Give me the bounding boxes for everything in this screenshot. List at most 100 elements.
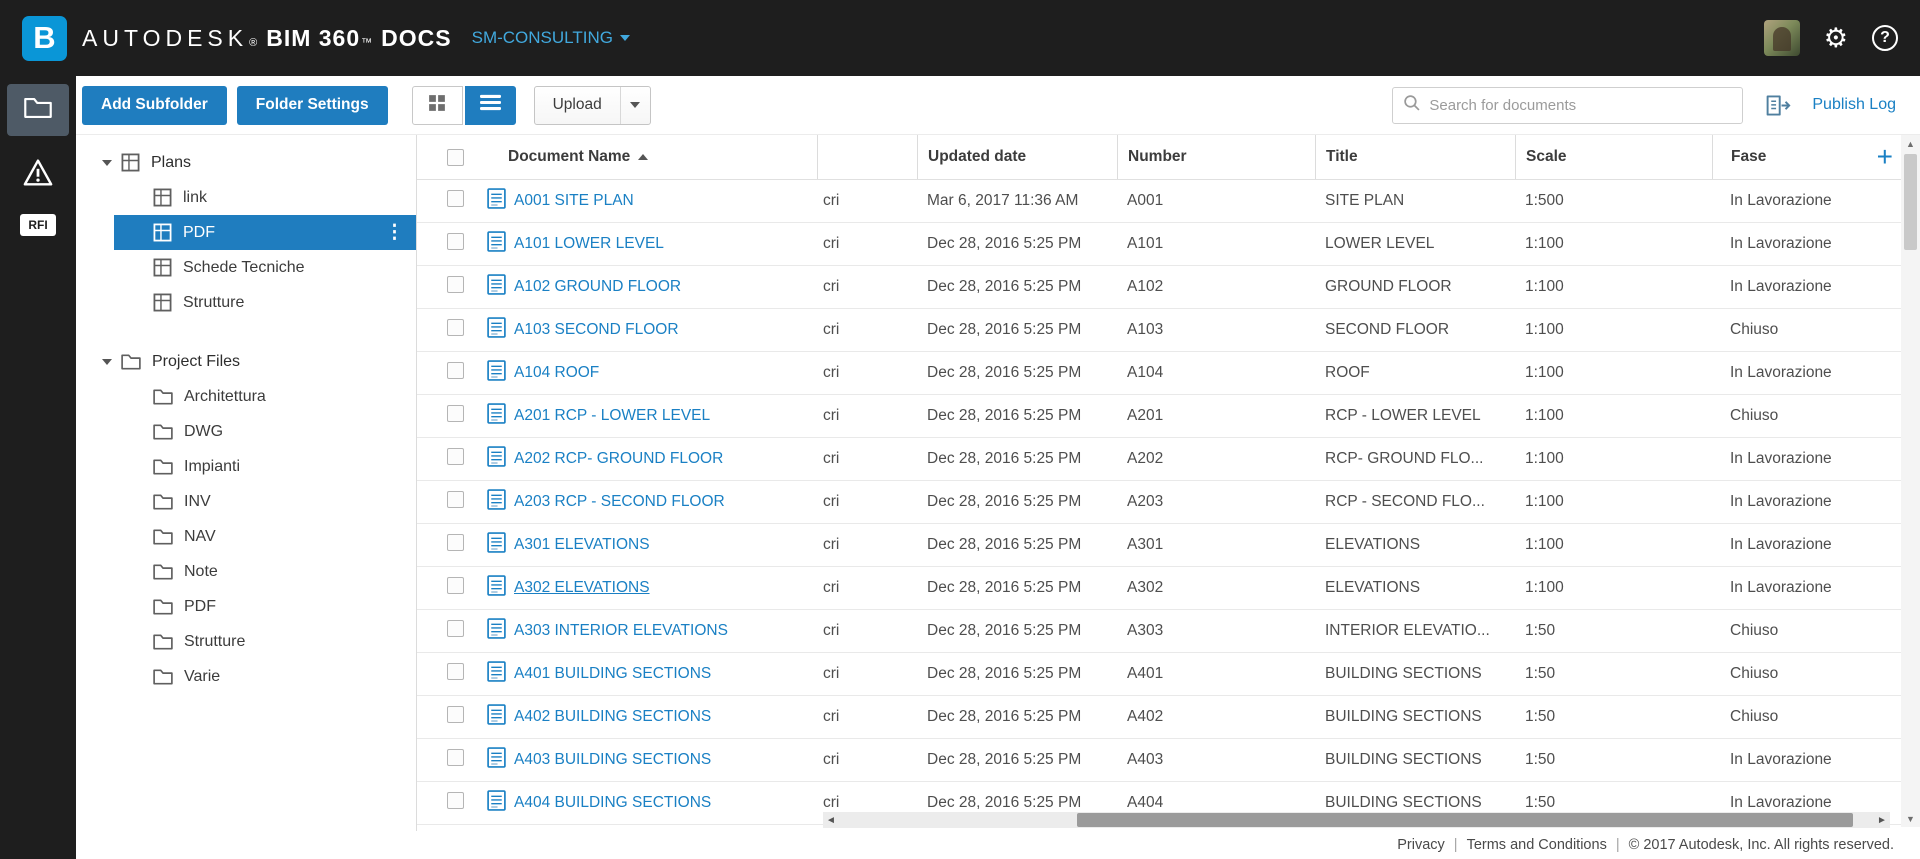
row-checkbox[interactable] (447, 276, 464, 293)
document-name-link[interactable]: A404 BUILDING SECTIONS (514, 794, 711, 812)
column-header-updated-date[interactable]: Updated date (917, 135, 1117, 179)
search-input[interactable] (1429, 96, 1733, 114)
table-row: A203 RCP - SECOND FLOOR cri Dec 28, 2016… (417, 481, 1920, 524)
folder-icon (153, 459, 173, 475)
document-name-link[interactable]: A403 BUILDING SECTIONS (514, 751, 711, 769)
tree-folder-item[interactable]: Note (76, 554, 416, 589)
expand-caret-icon[interactable] (102, 358, 112, 365)
document-title: RCP - LOWER LEVEL (1325, 407, 1481, 424)
tree-folder-item[interactable]: Architettura (76, 379, 416, 414)
column-header-title[interactable]: Title (1315, 135, 1515, 179)
folder-settings-button[interactable]: Folder Settings (236, 85, 388, 125)
tree-folder-item[interactable]: Impianti (76, 449, 416, 484)
document-fase: Chiuso (1730, 407, 1779, 424)
document-icon (487, 532, 506, 558)
document-log-icon[interactable] (1765, 94, 1792, 117)
row-checkbox[interactable] (447, 190, 464, 207)
document-name-link[interactable]: A104 ROOF (514, 364, 599, 382)
document-name-link[interactable]: A203 RCP - SECOND FLOOR (514, 493, 725, 511)
row-checkbox[interactable] (447, 405, 464, 422)
brand-product: BIM 360 (266, 24, 361, 51)
column-header-number[interactable]: Number (1117, 135, 1315, 179)
tree-folder-item[interactable]: link (76, 180, 416, 215)
user-avatar[interactable] (1763, 20, 1800, 56)
account-switcher[interactable]: SM-CONSULTING (472, 28, 630, 48)
tree-root-label: Project Files (152, 352, 241, 370)
tree-folder-item[interactable]: INV (76, 484, 416, 519)
document-title: RCP- GROUND FLO... (1325, 450, 1484, 467)
tree-folder-item[interactable]: PDF ⋮ (114, 215, 416, 250)
document-name-link[interactable]: A301 ELEVATIONS (514, 536, 650, 554)
document-name-link[interactable]: A401 BUILDING SECTIONS (514, 665, 711, 683)
tree-folder-item[interactable]: NAV (76, 519, 416, 554)
scroll-up-button[interactable]: ▲ (1901, 135, 1920, 152)
tree-folder-item[interactable]: PDF (76, 589, 416, 624)
gear-icon[interactable]: ⚙ (1824, 24, 1848, 52)
column-header-document-name[interactable]: Document Name (487, 135, 817, 179)
rail-item-documents[interactable] (7, 84, 69, 136)
row-checkbox[interactable] (447, 534, 464, 551)
document-scale: 1:100 (1525, 536, 1564, 553)
document-name-link[interactable]: A102 GROUND FLOOR (514, 278, 681, 296)
row-checkbox[interactable] (447, 448, 464, 465)
document-name-link[interactable]: A101 LOWER LEVEL (514, 235, 664, 253)
kebab-menu-icon[interactable]: ⋮ (385, 221, 404, 244)
add-column-button[interactable]: + (1877, 143, 1893, 171)
scroll-left-button[interactable]: ◄ (823, 812, 839, 828)
rail-item-issues[interactable] (22, 158, 54, 192)
list-view-button[interactable] (464, 85, 516, 125)
row-checkbox[interactable] (447, 749, 464, 766)
vertical-scrollbar[interactable]: ▲ ▼ (1901, 135, 1920, 827)
row-checkbox[interactable] (447, 706, 464, 723)
bim360-logo[interactable]: B (22, 15, 67, 61)
upload-button[interactable]: Upload (533, 85, 651, 125)
row-checkbox[interactable] (447, 319, 464, 336)
tree-root-item[interactable]: Project Files (76, 344, 416, 379)
folder-icon (153, 598, 173, 615)
tree-folder-item[interactable]: Schede Tecniche (76, 250, 416, 285)
document-name-link[interactable]: A402 BUILDING SECTIONS (514, 708, 711, 726)
row-checkbox[interactable] (447, 792, 464, 809)
body-row: Plans link PDF ⋮ Schede Tecniche Struttu… (76, 135, 1920, 831)
folder-icon (153, 494, 173, 510)
tree-root-item[interactable]: Plans (76, 145, 416, 180)
terms-link[interactable]: Terms and Conditions (1467, 837, 1607, 853)
logo-letter: B (33, 20, 56, 55)
tree-folder-item[interactable]: Strutture (76, 285, 416, 320)
rail-item-rfi[interactable]: RFI (20, 214, 56, 236)
row-checkbox[interactable] (447, 362, 464, 379)
row-checkbox[interactable] (447, 577, 464, 594)
document-name-link[interactable]: A103 SECOND FLOOR (514, 321, 679, 339)
brand-title: AUTODESK ® BIM 360 ™ DOCS (82, 25, 452, 52)
upload-dropdown-button[interactable] (619, 86, 650, 124)
table-row: A202 RCP- GROUND FLOOR cri Dec 28, 2016 … (417, 438, 1920, 481)
row-checkbox[interactable] (447, 620, 464, 637)
document-title: INTERIOR ELEVATIO... (1325, 622, 1490, 639)
scroll-right-button[interactable]: ► (1874, 812, 1890, 828)
row-checkbox[interactable] (447, 663, 464, 680)
privacy-link[interactable]: Privacy (1397, 837, 1445, 853)
document-name-link[interactable]: A202 RCP- GROUND FLOOR (514, 450, 723, 468)
document-name-link[interactable]: A303 INTERIOR ELEVATIONS (514, 622, 728, 640)
publish-log-link[interactable]: Publish Log (1812, 96, 1896, 114)
expand-caret-icon[interactable] (102, 159, 112, 166)
help-icon[interactable]: ? (1872, 25, 1898, 51)
row-checkbox[interactable] (447, 233, 464, 250)
horizontal-scroll-thumb[interactable] (1077, 813, 1854, 827)
tree-folder-item[interactable]: Varie (76, 659, 416, 694)
grid-view-button[interactable] (411, 85, 463, 125)
row-checkbox[interactable] (447, 491, 464, 508)
document-name-link[interactable]: A302 ELEVATIONS (514, 579, 650, 597)
add-subfolder-button[interactable]: Add Subfolder (82, 85, 227, 125)
vertical-scroll-thumb[interactable] (1904, 154, 1917, 250)
column-header-fase[interactable]: Fase (1712, 135, 1901, 179)
document-name-link[interactable]: A001 SITE PLAN (514, 192, 634, 210)
select-all-checkbox[interactable] (447, 148, 464, 166)
column-header-scale[interactable]: Scale (1515, 135, 1712, 179)
scroll-down-button[interactable]: ▼ (1901, 810, 1920, 827)
tree-folder-item[interactable]: Strutture (76, 624, 416, 659)
horizontal-scroll-track[interactable] (839, 812, 1874, 828)
horizontal-scrollbar[interactable]: ◄ ► (823, 812, 1890, 828)
document-name-link[interactable]: A201 RCP - LOWER LEVEL (514, 407, 710, 425)
tree-folder-item[interactable]: DWG (76, 414, 416, 449)
